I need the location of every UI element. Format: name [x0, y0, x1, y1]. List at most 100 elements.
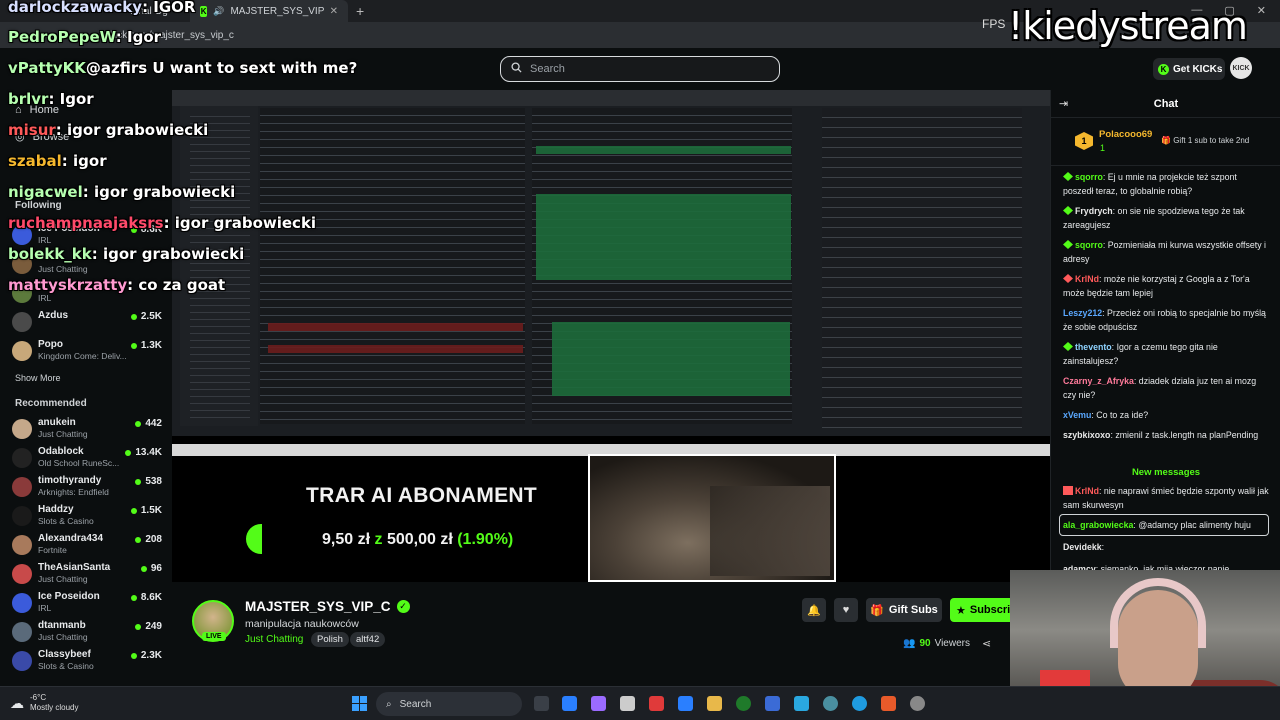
video-player[interactable]: TRAR AI ABONAMENT 9,50 zł z 500,00 zł (1…: [172, 90, 1050, 582]
chat-username[interactable]: szybkixoxo: [1063, 430, 1110, 440]
channel-viewers: 13.4K: [125, 447, 162, 458]
chat-username[interactable]: sqorro: [1075, 172, 1103, 182]
follow-heart-button[interactable]: ♥: [834, 598, 858, 622]
channel-category: Slots & Casino: [38, 661, 94, 671]
show-more-button[interactable]: Show More: [15, 373, 61, 383]
channel-item[interactable]: Azdus 2.5K: [12, 310, 164, 334]
channel-viewers: 1.5K: [130, 505, 162, 516]
diamond-badge-icon: [1063, 240, 1073, 249]
new-messages-divider[interactable]: New messages: [1051, 467, 1280, 478]
stream-title: manipulacja naukowców: [245, 618, 359, 630]
get-kicks-button[interactable]: K Get KICKs: [1153, 58, 1225, 80]
channel-item[interactable]: timothyrandy Arknights: Endfield 538: [12, 475, 164, 499]
diamond-badge-icon: [1063, 172, 1073, 181]
chat-message: sqorro: Ej u mnie na projekcie też szpon…: [1063, 172, 1237, 196]
channel-name: dtanmanb: [38, 620, 86, 631]
overlay-message: : IGOR: [142, 0, 196, 16]
app-icon[interactable]: [678, 696, 693, 711]
channel-item[interactable]: Popo Kingdom Come: Deliv... 1.3K: [12, 339, 164, 363]
overlay-chat-line: PedroPepeW: Igor: [8, 28, 161, 46]
search-input[interactable]: Search: [500, 56, 780, 82]
chat-username[interactable]: Devidekk: [1063, 542, 1102, 552]
channel-item[interactable]: Alexandra434 Fortnite 208: [12, 533, 164, 557]
brave-browser-icon[interactable]: [881, 696, 896, 711]
taskbar-search[interactable]: ⌕ Search: [376, 692, 522, 716]
streamer-name[interactable]: MAJSTER_SYS_VIP_C ✓: [245, 599, 410, 614]
chat-username[interactable]: xVemu: [1063, 410, 1091, 420]
channel-item[interactable]: Haddzy Slots & Casino 1.5K: [12, 504, 164, 528]
app-icon[interactable]: [649, 696, 664, 711]
chat-message: xVemu: Co to za ide?: [1063, 410, 1149, 420]
chat-username[interactable]: KrlNd: [1075, 486, 1099, 496]
channel-item[interactable]: anukein Just Chatting 442: [12, 417, 164, 441]
overlay-brand-text: !kiedystream: [1008, 4, 1248, 48]
browser-tab-active[interactable]: K 🔊 MAJSTER_SYS_VIP_C Stream ✕: [190, 0, 348, 22]
pinned-user[interactable]: Polacooo69: [1099, 129, 1152, 140]
chat-message: Frydrych: on sie nie spodziewa tego że t…: [1063, 206, 1245, 230]
new-tab-button[interactable]: +: [348, 3, 372, 19]
channel-viewer-count: 2.3K: [140, 650, 162, 661]
chat-username[interactable]: thevento: [1075, 342, 1112, 352]
task-view-icon[interactable]: [534, 696, 549, 711]
share-icon[interactable]: ⋖: [982, 637, 991, 650]
channel-viewers: 1.3K: [130, 340, 162, 351]
file-explorer-icon[interactable]: [707, 696, 722, 711]
tab-label: MAJSTER_SYS_VIP_C Stream: [230, 5, 324, 17]
overlay-message: : igor grabowiecki: [163, 214, 317, 232]
chat-username[interactable]: Frydrych: [1075, 206, 1113, 216]
overlay-chat-line: ruchampnaajaksrs: igor grabowiecki: [8, 214, 316, 232]
edge-browser-icon[interactable]: [852, 696, 867, 711]
gift-sub-prompt[interactable]: 🎁 Gift 1 sub to take 2nd: [1161, 136, 1249, 145]
channel-name: anukein: [38, 417, 76, 428]
app-icon[interactable]: [794, 696, 809, 711]
stream-category[interactable]: Just Chatting: [245, 634, 303, 645]
banner-title: TRAR AI ABONAMENT: [306, 484, 538, 507]
overlay-message: : igor grabowiecki: [82, 183, 236, 201]
diff-removed: [268, 345, 523, 353]
chat-username[interactable]: KrlNd: [1075, 274, 1099, 284]
chat-message: KrlNd: nie naprawi śmieć będzie szponty …: [1063, 486, 1269, 510]
close-window-button[interactable]: ✕: [1257, 4, 1266, 17]
channel-viewers: 96: [140, 563, 162, 574]
app-icon[interactable]: [562, 696, 577, 711]
channel-name: Odablock: [38, 446, 84, 457]
chat-username[interactable]: sqorro: [1075, 240, 1103, 250]
channel-item[interactable]: dtanmanb Just Chatting 249: [12, 620, 164, 644]
diff-added: [552, 322, 790, 396]
user-avatar[interactable]: KICK: [1230, 57, 1252, 79]
overlay-chat-line: bolekk_kk: igor grabowiecki: [8, 245, 244, 263]
tag-altf42[interactable]: altf42: [350, 632, 386, 647]
app-icon[interactable]: [591, 696, 606, 711]
channel-viewer-count: 1.3K: [140, 340, 162, 351]
channel-viewer-count: 1.5K: [140, 505, 162, 516]
overlay-chat-line: misur: igor grabowiecki: [8, 121, 208, 139]
viewer-count-label: Viewers: [934, 638, 970, 649]
live-dot-icon: [130, 342, 137, 349]
channel-name: Alexandra434: [38, 533, 104, 544]
chat-username[interactable]: Czarny_z_Afryka: [1063, 376, 1134, 386]
channel-item[interactable]: Ice Poseidon IRL 8.6K: [12, 591, 164, 615]
channel-item[interactable]: TheAsianSanta Just Chatting 96: [12, 562, 164, 586]
chat-username[interactable]: Leszy212: [1063, 308, 1102, 318]
app-icon[interactable]: [823, 696, 838, 711]
screen-share-ide: [172, 90, 1050, 436]
live-dot-icon: [130, 652, 137, 659]
search-icon: [511, 62, 522, 76]
weather-widget[interactable]: ☁ -6°C Mostly cloudy: [10, 693, 78, 713]
app-icon[interactable]: [765, 696, 780, 711]
speaker-icon: 🔊: [213, 5, 225, 16]
app-icon[interactable]: [910, 696, 925, 711]
start-button-icon[interactable]: [352, 696, 367, 711]
diff-added: [536, 194, 791, 280]
gift-subs-button[interactable]: 🎁 Gift Subs: [866, 598, 942, 622]
app-icon[interactable]: [736, 696, 751, 711]
channel-item[interactable]: Classybeef Slots & Casino 2.3K: [12, 649, 164, 673]
live-dot-icon: [130, 313, 137, 320]
app-icon[interactable]: [620, 696, 635, 711]
notification-bell-button[interactable]: 🔔: [802, 598, 826, 622]
close-tab-icon[interactable]: ✕: [330, 6, 338, 17]
overlay-username: mattyskrzatty: [8, 276, 128, 294]
tag-polish[interactable]: Polish: [311, 632, 349, 647]
live-badge: LIVE: [202, 632, 226, 641]
channel-item[interactable]: Odablock Old School RuneSc... 13.4K: [12, 446, 164, 470]
